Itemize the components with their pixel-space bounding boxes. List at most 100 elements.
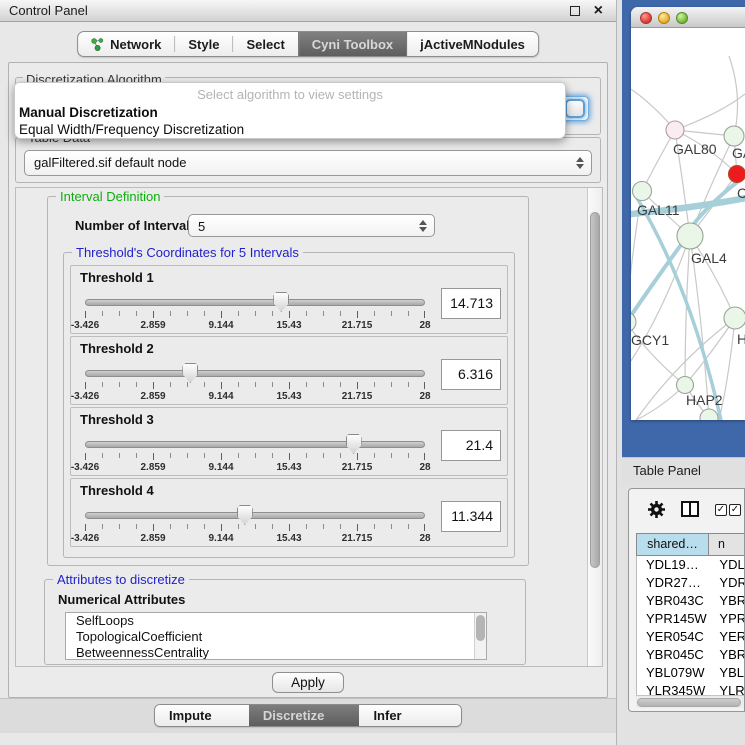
scale-tick-label: 9.144	[208, 533, 233, 544]
slider-thumb[interactable]	[273, 292, 289, 312]
threshold-3-value-field[interactable]: 21.4	[441, 430, 501, 461]
threshold-4-slider[interactable]: -3.4262.8599.14415.4321.71528	[85, 503, 425, 545]
bottom-tabs: Impute Data Discretize Data Infer Networ…	[154, 704, 462, 727]
table-row[interactable]: YPR145WYPR1	[637, 610, 745, 628]
float-window-icon[interactable]	[570, 6, 580, 16]
apply-button[interactable]: Apply	[272, 672, 344, 693]
table-row[interactable]: YER054CYER0	[637, 628, 745, 646]
slider-track[interactable]	[85, 441, 425, 448]
table-header: shared… n	[636, 533, 745, 556]
attribute-item[interactable]: SelfLoops	[66, 613, 486, 629]
horizontal-scrollbar[interactable]	[636, 695, 744, 708]
gear-icon[interactable]	[647, 500, 666, 519]
scale-tick-label: -3.426	[71, 462, 99, 473]
threshold-4-box: Threshold 4 -3.4262.8599.14415.4321.7152…	[70, 478, 508, 547]
minor-ticks	[85, 453, 425, 458]
threshold-3-label: Threshold 3	[80, 412, 154, 427]
node-gal11[interactable]	[633, 182, 652, 201]
tab-discretize-data[interactable]: Discretize Data	[249, 705, 360, 726]
slider-thumb[interactable]	[237, 505, 253, 525]
tab-style[interactable]: Style	[175, 32, 232, 56]
network-canvas[interactable]: GAL80 GA GAL11 C GAL4 GCY1 H HAP2	[631, 28, 745, 420]
node-gcy1[interactable]	[631, 312, 636, 332]
tab-label: jActiveMNodules	[420, 37, 525, 52]
table-row[interactable]: YBL079WYBL0	[637, 664, 745, 682]
column-header-name[interactable]: n	[709, 533, 745, 556]
scrollbar-thumb[interactable]	[476, 615, 485, 641]
numerical-attributes-list[interactable]: SelfLoopsTopologicalCoefficientBetweenne…	[65, 612, 487, 660]
cell-name: YBR0	[709, 592, 745, 610]
select-all-checkbox-icon[interactable]: ✓	[715, 504, 727, 516]
tab-cyni-toolbox[interactable]: Cyni Toolbox	[298, 32, 407, 56]
slider-thumb[interactable]	[346, 434, 362, 454]
scale-major-tick	[357, 382, 358, 389]
table-row[interactable]: YBR045CYBR0	[637, 646, 745, 664]
cell-shared-name: YDR27…	[637, 574, 709, 592]
scale-major-tick	[289, 453, 290, 460]
close-icon[interactable]: ×	[594, 0, 603, 22]
table-data-combobox[interactable]: galFiltered.sif default node	[24, 150, 592, 176]
node-selected-red[interactable]	[729, 166, 745, 183]
scale-tick-label: 28	[419, 462, 430, 473]
slider-scale: -3.4262.8599.14415.4321.71528	[85, 453, 425, 473]
scrollbar-thumb[interactable]	[637, 698, 741, 707]
dropdown-hint: Select algorithm to view settings	[15, 87, 565, 102]
scale-major-tick	[357, 453, 358, 460]
node-gal4[interactable]	[677, 223, 703, 249]
scale-major-tick	[424, 524, 425, 531]
table-data-group: Table Data galFiltered.sif default node	[15, 137, 601, 183]
dropdown-option-manual-discretization[interactable]: Manual Discretization	[18, 104, 562, 121]
tab-network[interactable]: Network	[78, 32, 174, 56]
table-panel-titlebar: Table Panel	[622, 457, 745, 483]
bottom-tab-strip: Impute Data Discretize Data Infer Networ…	[0, 698, 616, 733]
select-checkbox-icon[interactable]: ✓	[729, 504, 741, 516]
scale-tick-label: 21.715	[342, 391, 373, 402]
interval-definition-group: Interval Definition Number of Intervals …	[47, 196, 529, 566]
slider-track[interactable]	[85, 299, 425, 306]
number-of-intervals-combobox[interactable]: 5	[188, 214, 435, 237]
column-header-shared-name[interactable]: shared…	[636, 533, 709, 556]
tab-infer-network[interactable]: Infer Network	[359, 705, 461, 726]
node-hap2[interactable]	[677, 377, 694, 394]
table-body[interactable]: YDL19…YDL1YDR27…YDR2YBR043CYBR0YPR145WYP…	[636, 556, 745, 696]
threshold-2-box: Threshold 2 -3.4262.8599.14415.4321.7152…	[70, 336, 508, 405]
list-scrollbar[interactable]	[474, 613, 486, 659]
slider-thumb[interactable]	[182, 363, 198, 383]
scale-major-tick	[153, 524, 154, 531]
threshold-4-value-field[interactable]: 11.344	[441, 501, 501, 532]
attribute-item[interactable]: TopologicalCoefficient	[66, 629, 486, 645]
threshold-2-value-field[interactable]: 6.316	[441, 359, 501, 390]
combobox-stepper-icon[interactable]	[565, 99, 585, 118]
table-row[interactable]: YBR043CYBR0	[637, 592, 745, 610]
close-traffic-light-icon[interactable]	[640, 12, 652, 24]
table-row[interactable]: YDL19…YDL1	[637, 556, 745, 574]
tab-select[interactable]: Select	[233, 32, 297, 56]
slider-track[interactable]	[85, 512, 425, 519]
scale-major-tick	[289, 311, 290, 318]
threshold-1-slider[interactable]: -3.4262.8599.14415.4321.71528	[85, 290, 425, 332]
table-row[interactable]: YDR27…YDR2	[637, 574, 745, 592]
threshold-2-slider[interactable]: -3.4262.8599.14415.4321.71528	[85, 361, 425, 403]
node-gal80[interactable]	[666, 121, 684, 139]
column-settings-icon[interactable]	[681, 501, 699, 517]
slider-scale: -3.4262.8599.14415.4321.71528	[85, 524, 425, 544]
table-row[interactable]: YLR345WYLR3	[637, 682, 745, 696]
tab-impute-data[interactable]: Impute Data	[155, 705, 249, 726]
zoom-traffic-light-icon[interactable]	[676, 12, 688, 24]
cell-shared-name: YPR145W	[637, 610, 709, 628]
threshold-1-value-field[interactable]: 14.713	[441, 288, 501, 319]
minimize-traffic-light-icon[interactable]	[658, 12, 670, 24]
threshold-3-slider[interactable]: -3.4262.8599.14415.4321.71528	[85, 432, 425, 474]
slider-track[interactable]	[85, 370, 425, 377]
tab-jactivemnodules[interactable]: jActiveMNodules	[407, 32, 538, 56]
scale-tick-label: 28	[419, 391, 430, 402]
attribute-item[interactable]: BetweennessCentrality	[66, 645, 486, 660]
threshold-1-label: Threshold 1	[80, 270, 154, 285]
node-ga[interactable]	[724, 126, 744, 146]
scrollbar-thumb[interactable]	[590, 212, 600, 568]
node-h[interactable]	[724, 307, 745, 329]
dropdown-option-equal-width-frequency[interactable]: Equal Width/Frequency Discretization	[18, 121, 562, 138]
number-of-intervals-label: Number of Intervals	[75, 218, 197, 233]
table-panel-window: ✓ ✓ shared… n YDL19…YDL1YDR27…YDR2YBR043…	[628, 488, 745, 712]
vertical-scrollbar[interactable]	[587, 188, 602, 666]
